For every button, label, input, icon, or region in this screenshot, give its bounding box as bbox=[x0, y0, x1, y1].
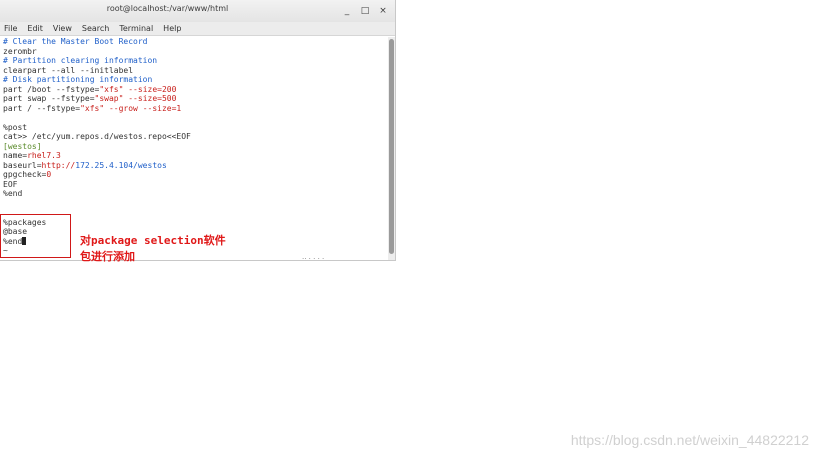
terminal-line: EOF bbox=[0, 180, 388, 190]
terminal-line: [westos] bbox=[0, 142, 388, 152]
terminal-line: clearpart --all --initlabel bbox=[0, 66, 388, 76]
terminal-text: clearpart --all --initlabel bbox=[3, 65, 134, 75]
terminal-line: # Clear the Master Boot Record bbox=[0, 37, 388, 47]
terminal-line: # Partition clearing information bbox=[0, 56, 388, 66]
terminal-text: http:// bbox=[41, 160, 76, 170]
terminal-line: part swap --fstype="swap" --size=500 bbox=[0, 94, 388, 104]
terminal-text: gpgcheck= bbox=[3, 170, 47, 179]
terminal-text: 172.25.4.104/westos bbox=[75, 160, 167, 170]
scrollbar-thumb[interactable] bbox=[389, 39, 394, 254]
menu-bar: File Edit View Search Terminal Help bbox=[0, 22, 395, 36]
terminal-line: baseurl=http://172.25.4.104/westos bbox=[0, 161, 388, 171]
terminal-text: "swap" bbox=[94, 94, 124, 103]
terminal-text: %end bbox=[3, 189, 23, 198]
terminal-text: %post bbox=[3, 122, 28, 132]
terminal-text: rhel7.3 bbox=[27, 151, 61, 160]
terminal-text: # Partition clearing information bbox=[3, 56, 158, 65]
title-bar[interactable]: root@localhost:/var/www/html _ □ × bbox=[0, 0, 395, 23]
terminal-text: part / --fstype= bbox=[3, 103, 81, 113]
terminal-text: 0 bbox=[46, 170, 52, 179]
watermark: https://blog.csdn.net/weixin_44822212 bbox=[570, 432, 809, 448]
terminal-line: zerombr bbox=[0, 47, 388, 57]
minimize-icon[interactable]: _ bbox=[340, 4, 354, 18]
terminal-text: zerombr bbox=[3, 46, 37, 56]
terminal-text: --grow --size=1 bbox=[104, 103, 182, 113]
terminal-line: name=rhel7.3 bbox=[0, 151, 388, 161]
maximize-icon[interactable]: □ bbox=[358, 4, 372, 18]
terminal-text: "xfs" bbox=[80, 103, 105, 113]
annotation-text: 对package selection软件 包进行添加 bbox=[80, 234, 226, 263]
terminal-text: # Disk partitioning information bbox=[3, 75, 153, 84]
menu-view[interactable]: View bbox=[53, 24, 72, 33]
terminal-line: # Disk partitioning information bbox=[0, 75, 388, 85]
terminal-text: EOF bbox=[3, 179, 18, 189]
menu-search[interactable]: Search bbox=[82, 24, 109, 33]
terminal-text: name= bbox=[3, 151, 28, 160]
menu-edit[interactable]: Edit bbox=[27, 24, 43, 33]
terminal-text: "xfs" bbox=[99, 84, 124, 94]
terminal-text: --size=200 bbox=[123, 84, 177, 94]
terminal-text: part /boot --fstype= bbox=[3, 84, 100, 94]
terminal-text: cat>> /etc/yum.repos.d/westos.repo<<EOF bbox=[3, 132, 191, 141]
scrollbar[interactable] bbox=[388, 37, 395, 260]
window-title: root@localhost:/var/www/html bbox=[106, 4, 229, 13]
close-icon[interactable]: × bbox=[376, 4, 390, 18]
terminal-line: gpgcheck=0 bbox=[0, 170, 388, 180]
terminal-text: --size=500 bbox=[123, 94, 177, 103]
terminal-window: root@localhost:/var/www/html _ □ × File … bbox=[0, 0, 395, 260]
menu-terminal[interactable]: Terminal bbox=[119, 24, 153, 33]
terminal-line: part / --fstype="xfs" --grow --size=1 bbox=[0, 104, 388, 114]
terminal-line: part /boot --fstype="xfs" --size=200 bbox=[0, 85, 388, 95]
terminal-line: cat>> /etc/yum.repos.d/westos.repo<<EOF bbox=[0, 132, 388, 142]
menu-file[interactable]: File bbox=[4, 24, 17, 33]
terminal-text: part swap --fstype= bbox=[3, 94, 95, 103]
menu-help[interactable]: Help bbox=[163, 24, 181, 33]
overflow-dots: ·· · · · · bbox=[302, 255, 325, 260]
terminal-line: %post bbox=[0, 123, 388, 133]
terminal-line: %end bbox=[0, 189, 388, 199]
terminal-text: # Clear the Master Boot Record bbox=[3, 37, 148, 46]
terminal-text: baseurl= bbox=[3, 160, 42, 170]
terminal-text: [westos] bbox=[3, 141, 42, 151]
packages-highlight-box bbox=[0, 214, 71, 258]
